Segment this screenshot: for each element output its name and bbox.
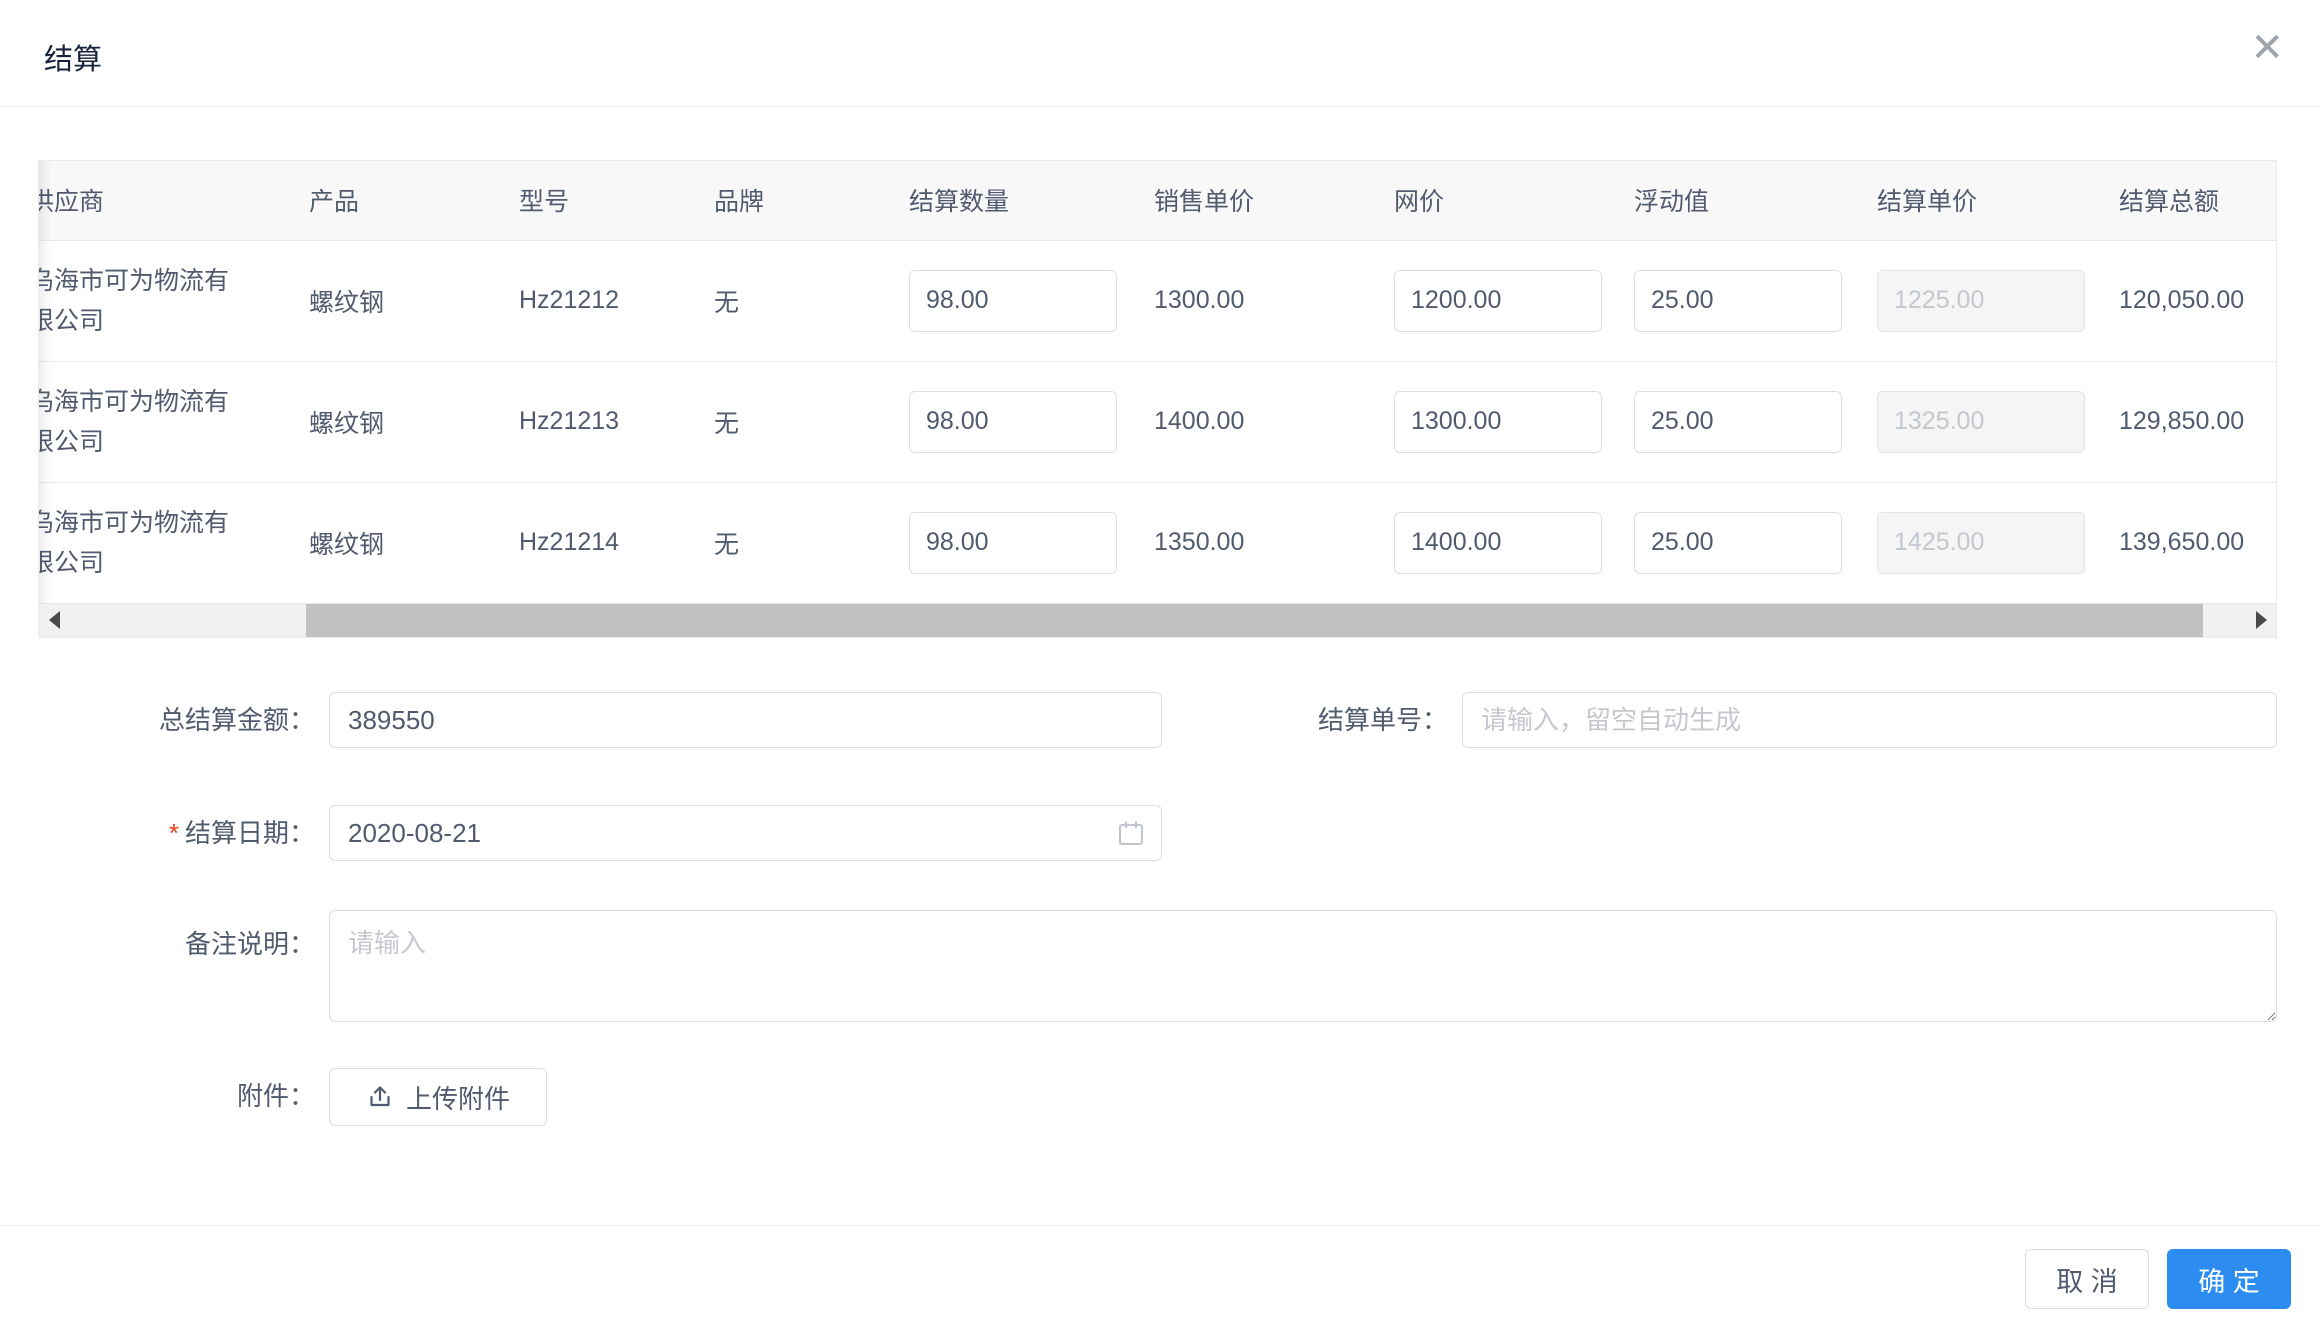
float-value-input[interactable] bbox=[1634, 511, 1842, 574]
total-cell: 129,850.00 bbox=[2105, 361, 2276, 483]
scrollbar-thumb[interactable] bbox=[306, 603, 2203, 637]
dialog-footer: 取 消 确 定 bbox=[0, 1225, 2320, 1328]
upload-button-label: 上传附件 bbox=[405, 1083, 510, 1114]
sale-price-cell: 1300.00 bbox=[1140, 240, 1380, 362]
calendar-icon bbox=[1116, 818, 1146, 848]
settle-date-picker[interactable] bbox=[329, 805, 1162, 861]
dialog-title: 结算 bbox=[44, 44, 103, 76]
net-price-input[interactable] bbox=[1394, 269, 1602, 332]
quantity-input[interactable] bbox=[909, 390, 1117, 453]
model-cell: Hz21212 bbox=[505, 240, 700, 362]
net-price-input[interactable] bbox=[1394, 390, 1602, 453]
sale-price-cell: 1400.00 bbox=[1140, 361, 1380, 483]
header-float-value: 浮动值 bbox=[1620, 161, 1863, 241]
header-settle-price: 结算单价 bbox=[1863, 161, 2105, 241]
total-amount-label: 总结算金额： bbox=[158, 705, 315, 735]
total-cell: 139,650.00 bbox=[2105, 482, 2276, 604]
table-scroll-viewport: 供应商 产品 型号 品牌 结算数量 销售单价 网价 浮动值 结算单价 结算总额 … bbox=[39, 161, 2276, 604]
brand-cell: 无 bbox=[700, 240, 895, 362]
upload-icon bbox=[366, 1083, 394, 1111]
supplier-cell: 乌海市可为物流有限公司 bbox=[39, 361, 295, 483]
brand-cell: 无 bbox=[700, 482, 895, 604]
settle-date-label: * 结算日期： bbox=[168, 818, 315, 848]
float-value-input[interactable] bbox=[1634, 390, 1842, 453]
settlement-table: 供应商 产品 型号 品牌 结算数量 销售单价 网价 浮动值 结算单价 结算总额 … bbox=[38, 160, 2277, 638]
header-total: 结算总额 bbox=[2105, 161, 2276, 241]
upload-attachment-button[interactable]: 上传附件 bbox=[329, 1068, 547, 1126]
model-cell: Hz21214 bbox=[505, 482, 700, 604]
dialog-header: 结算 ✕ bbox=[0, 0, 2320, 107]
header-sale-price: 销售单价 bbox=[1140, 161, 1380, 241]
supplier-cell: 乌海市可为物流有限公司 bbox=[39, 482, 295, 604]
attachment-label: 附件： bbox=[236, 1081, 315, 1111]
header-quantity: 结算数量 bbox=[895, 161, 1140, 241]
quantity-input[interactable] bbox=[909, 511, 1117, 574]
header-product: 产品 bbox=[295, 161, 505, 241]
settle-date-input[interactable] bbox=[329, 805, 1162, 861]
header-brand: 品牌 bbox=[700, 161, 895, 241]
model-cell: Hz21213 bbox=[505, 361, 700, 483]
product-cell: 螺纹钢 bbox=[295, 482, 505, 604]
brand-cell: 无 bbox=[700, 361, 895, 483]
table-row: 乌海市可为物流有限公司 螺纹钢 Hz21213 无 1400.00 129,85… bbox=[39, 361, 2276, 483]
table-header-row: 供应商 产品 型号 品牌 结算数量 销售单价 网价 浮动值 结算单价 结算总额 bbox=[39, 161, 2276, 241]
required-mark: * bbox=[168, 818, 179, 848]
sale-price-cell: 1350.00 bbox=[1140, 482, 1380, 604]
total-amount-input[interactable] bbox=[329, 692, 1162, 748]
settle-no-label: 结算单号： bbox=[1317, 705, 1448, 735]
table-row: 乌海市可为物流有限公司 螺纹钢 Hz21214 无 1350.00 139,65… bbox=[39, 482, 2276, 604]
remark-label: 备注说明： bbox=[184, 929, 315, 959]
settle-price-input bbox=[1877, 269, 2085, 332]
product-cell: 螺纹钢 bbox=[295, 240, 505, 362]
settle-no-input[interactable] bbox=[1462, 692, 2277, 748]
header-supplier: 供应商 bbox=[39, 161, 295, 241]
cancel-button[interactable]: 取 消 bbox=[2025, 1249, 2149, 1309]
float-value-input[interactable] bbox=[1634, 269, 1842, 332]
supplier-cell: 乌海市可为物流有限公司 bbox=[39, 240, 295, 362]
header-net-price: 网价 bbox=[1380, 161, 1620, 241]
settle-price-input bbox=[1877, 511, 2085, 574]
scroll-right-arrow-icon[interactable] bbox=[2246, 603, 2276, 637]
quantity-input[interactable] bbox=[909, 269, 1117, 332]
settle-price-input bbox=[1877, 390, 2085, 453]
total-cell: 120,050.00 bbox=[2105, 240, 2276, 362]
horizontal-scrollbar[interactable] bbox=[39, 603, 2276, 637]
net-price-input[interactable] bbox=[1394, 511, 1602, 574]
table-row: 乌海市可为物流有限公司 螺纹钢 Hz21212 无 1300.00 120,05… bbox=[39, 240, 2276, 362]
confirm-button[interactable]: 确 定 bbox=[2167, 1249, 2291, 1309]
close-icon[interactable]: ✕ bbox=[2250, 28, 2284, 68]
product-cell: 螺纹钢 bbox=[295, 361, 505, 483]
header-model: 型号 bbox=[505, 161, 700, 241]
scroll-left-arrow-icon[interactable] bbox=[39, 603, 69, 637]
remark-textarea[interactable] bbox=[329, 910, 2277, 1022]
